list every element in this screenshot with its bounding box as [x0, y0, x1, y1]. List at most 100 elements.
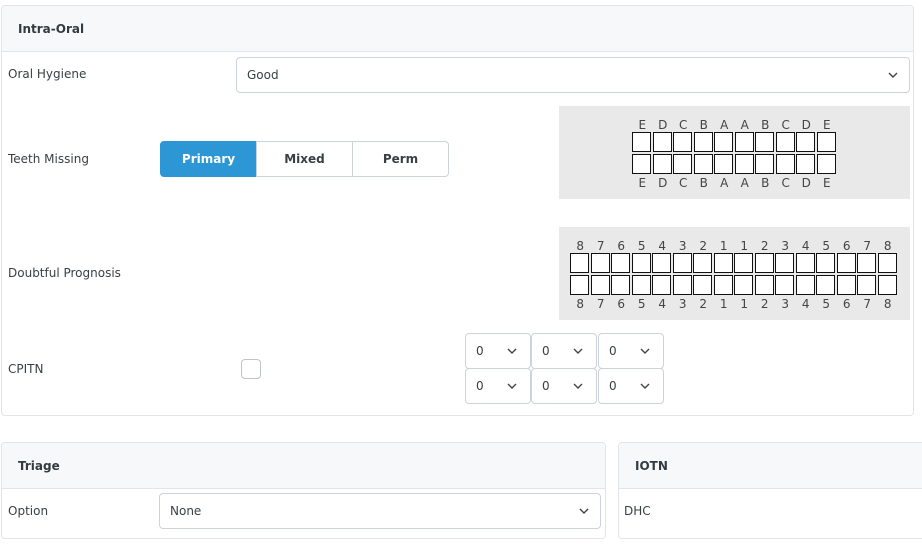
tooth-checkbox[interactable] [754, 253, 774, 273]
tooth-checkbox[interactable] [693, 253, 712, 273]
cpitn-select-4[interactable]: 0 [465, 368, 531, 404]
tooth-checkbox[interactable] [590, 275, 610, 295]
cpitn-select-3[interactable]: 0 [598, 333, 664, 369]
tooth-checkbox[interactable] [816, 253, 835, 273]
tooth-checkbox[interactable] [570, 253, 589, 273]
tooth-checkbox[interactable] [693, 132, 713, 152]
tooth-checkbox[interactable] [775, 253, 794, 273]
chevron-down-icon [573, 383, 583, 389]
triage-option-value: None [170, 504, 202, 518]
primary-top-labels: EDCBAABCDE [638, 118, 831, 132]
tooth-checkbox[interactable] [775, 154, 795, 174]
tooth-checkbox[interactable] [795, 275, 815, 295]
tooth-checkbox[interactable] [836, 275, 856, 295]
cpitn-value: 0 [476, 344, 484, 358]
cpitn-checkbox[interactable] [241, 359, 261, 379]
tooth-checkbox[interactable] [734, 253, 753, 273]
tooth-checkbox[interactable] [590, 253, 610, 273]
mixed-button[interactable]: Mixed [256, 141, 353, 177]
tooth-checkbox[interactable] [693, 154, 713, 174]
tooth-checkbox[interactable] [775, 132, 795, 152]
perm-lower-row [570, 275, 898, 295]
tooth-checkbox[interactable] [877, 253, 897, 273]
chevron-down-icon [507, 383, 517, 389]
tooth-checkbox[interactable] [816, 132, 836, 152]
tooth-checkbox[interactable] [570, 275, 589, 295]
tooth-checkbox[interactable] [714, 132, 733, 152]
tooth-checkbox[interactable] [631, 253, 651, 273]
chevron-down-icon [573, 348, 583, 354]
cpitn-select-5[interactable]: 0 [531, 368, 597, 404]
perm-button[interactable]: Perm [352, 141, 449, 177]
intra-oral-card: Intra-Oral Oral Hygiene Good Teeth Missi… [1, 5, 914, 416]
cpitn-select-1[interactable]: 0 [465, 333, 531, 369]
tooth-checkbox[interactable] [816, 275, 835, 295]
tooth-checkbox[interactable] [713, 253, 733, 273]
tooth-checkbox[interactable] [632, 154, 651, 174]
tooth-checkbox[interactable] [652, 275, 671, 295]
tooth-checkbox[interactable] [754, 275, 774, 295]
tooth-checkbox[interactable] [693, 275, 712, 295]
primary-teeth-chart: EDCBAABCDE EDCBAABCDE [559, 106, 910, 199]
tooth-checkbox[interactable] [652, 154, 672, 174]
tooth-checkbox[interactable] [672, 275, 692, 295]
triage-option-label: Option [8, 504, 49, 518]
cpitn-value: 0 [609, 344, 617, 358]
tooth-checkbox[interactable] [796, 154, 815, 174]
oral-hygiene-value: Good [247, 68, 279, 82]
tooth-checkbox[interactable] [652, 253, 671, 273]
tooth-checkbox[interactable] [755, 154, 774, 174]
perm-upper-row [570, 253, 898, 273]
tooth-checkbox[interactable] [611, 253, 630, 273]
triage-header: Triage [2, 443, 605, 489]
primary-lower-row [632, 154, 837, 174]
cpitn-label: CPITN [8, 362, 44, 376]
tooth-checkbox[interactable] [673, 132, 692, 152]
tooth-checkbox[interactable] [652, 132, 672, 152]
tooth-checkbox[interactable] [672, 253, 692, 273]
tooth-checkbox[interactable] [857, 275, 876, 295]
cpitn-value: 0 [609, 379, 617, 393]
teeth-missing-label: Teeth Missing [8, 152, 89, 166]
doubtful-prognosis-label: Doubtful Prognosis [8, 266, 121, 280]
cpitn-select-2[interactable]: 0 [531, 333, 597, 369]
primary-button[interactable]: Primary [160, 141, 257, 177]
tooth-checkbox[interactable] [673, 154, 692, 174]
triage-option-select[interactable]: None [159, 493, 601, 529]
tooth-checkbox[interactable] [632, 132, 651, 152]
permanent-teeth-chart: 8765432112345678 8765432112345678 [559, 227, 910, 320]
intra-oral-title: Intra-Oral [18, 21, 85, 36]
tooth-checkbox[interactable] [713, 275, 733, 295]
chevron-down-icon [888, 72, 898, 78]
tooth-checkbox[interactable] [795, 253, 815, 273]
tooth-checkbox[interactable] [734, 275, 753, 295]
chevron-down-icon [640, 383, 650, 389]
oral-hygiene-label: Oral Hygiene [8, 67, 87, 81]
tooth-checkbox[interactable] [836, 253, 856, 273]
dentition-toggle: Primary Mixed Perm [160, 141, 449, 177]
tooth-checkbox[interactable] [816, 154, 836, 174]
tooth-checkbox[interactable] [857, 253, 876, 273]
tooth-checkbox[interactable] [631, 275, 651, 295]
tooth-checkbox[interactable] [611, 275, 630, 295]
cpitn-value: 0 [542, 379, 550, 393]
tooth-checkbox[interactable] [734, 132, 754, 152]
iotn-card: IOTN DHC [618, 442, 922, 539]
chevron-down-icon [507, 348, 517, 354]
primary-upper-row [632, 132, 837, 152]
perm-top-labels: 8765432112345678 [576, 239, 892, 253]
chevron-down-icon [579, 508, 589, 514]
tooth-checkbox[interactable] [714, 154, 733, 174]
tooth-checkbox[interactable] [755, 132, 774, 152]
dhc-label: DHC [624, 504, 651, 518]
tooth-checkbox[interactable] [734, 154, 754, 174]
tooth-checkbox[interactable] [796, 132, 815, 152]
oral-hygiene-select[interactable]: Good [236, 57, 910, 93]
iotn-title: IOTN [635, 458, 668, 473]
chevron-down-icon [640, 348, 650, 354]
tooth-checkbox[interactable] [775, 275, 794, 295]
tooth-checkbox[interactable] [877, 275, 897, 295]
cpitn-value: 0 [476, 379, 484, 393]
cpitn-select-6[interactable]: 0 [598, 368, 664, 404]
cpitn-value: 0 [542, 344, 550, 358]
